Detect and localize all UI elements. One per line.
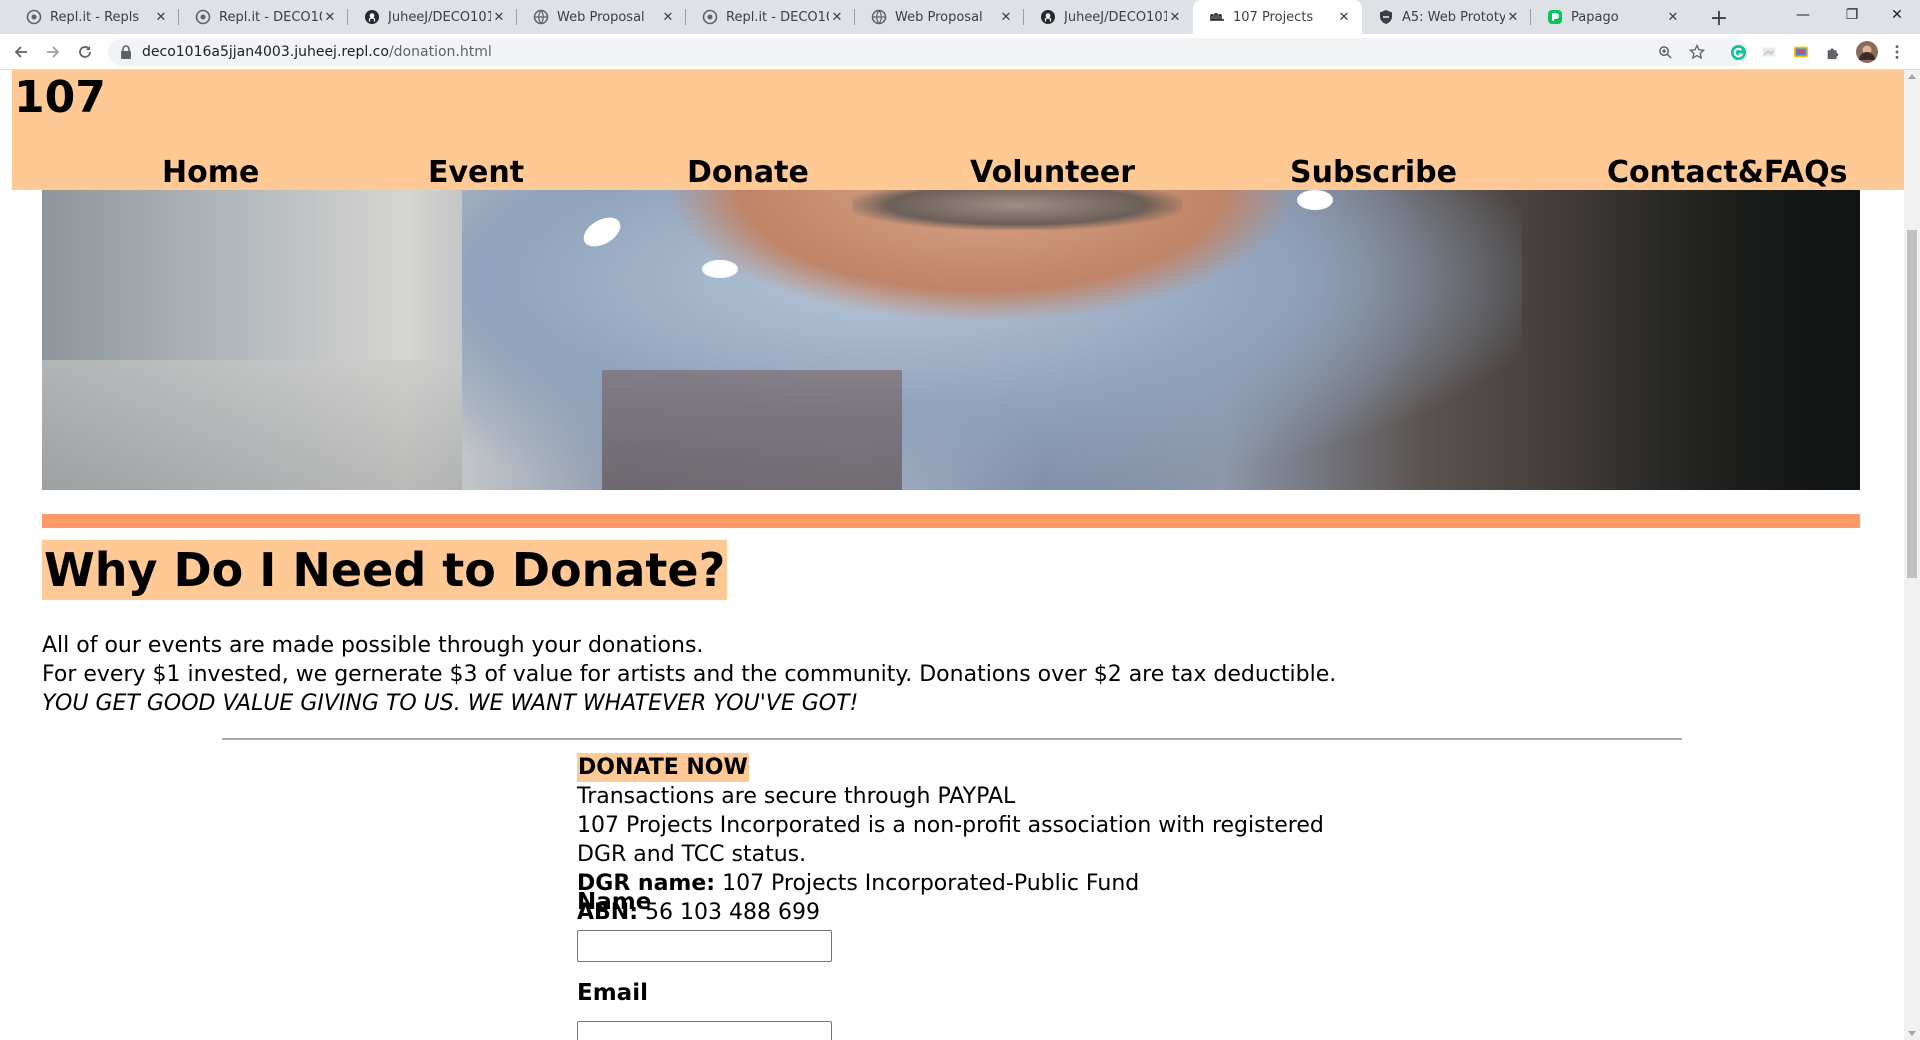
scroll-up-arrow-icon[interactable] xyxy=(1908,74,1916,79)
page-heading: Why Do I Need to Donate? xyxy=(42,540,728,600)
page-scrollbar[interactable] xyxy=(1904,70,1920,1040)
accent-divider-bar xyxy=(42,514,1860,528)
papago-icon xyxy=(1547,9,1563,25)
url-omnibox[interactable]: deco1016a5jjan4003.juheej.repl.co/donati… xyxy=(108,38,1748,66)
browser-tab[interactable]: Papago ✕ xyxy=(1531,0,1691,34)
bookmark-star-icon[interactable] xyxy=(1688,43,1706,61)
dgr-name-row: DGR name: 107 Projects Incorporated-Publ… xyxy=(577,869,1324,898)
close-tab-icon[interactable]: ✕ xyxy=(660,9,676,25)
profile-avatar[interactable] xyxy=(1856,41,1878,63)
tab-title: JuheeJ/DECO1016_ xyxy=(1064,9,1167,25)
dgr-value: 107 Projects Incorporated-Public Fund xyxy=(715,871,1140,896)
tab-title: Repl.it - DECO1016 xyxy=(219,9,322,25)
name-label: Name xyxy=(577,889,652,915)
forward-icon[interactable] xyxy=(41,40,65,64)
close-tab-icon[interactable]: ✕ xyxy=(1167,9,1183,25)
email-label: Email xyxy=(577,980,648,1006)
scrollbar-thumb[interactable] xyxy=(1907,230,1917,578)
browser-tab[interactable]: Repl.it - Repls ✕ xyxy=(10,0,179,34)
minimize-icon[interactable]: — xyxy=(1778,0,1828,30)
browser-tab[interactable]: Repl.it - DECO1016✕ xyxy=(686,0,855,34)
restore-icon[interactable]: ❐ xyxy=(1827,0,1877,30)
tab-title: Web Proposal xyxy=(557,9,645,25)
browser-tab[interactable]: JuheeJ/DECO1016_✕ xyxy=(1024,0,1193,34)
globe-icon xyxy=(871,9,887,25)
close-tab-icon[interactable]: ✕ xyxy=(1505,9,1521,25)
tab-title: Repl.it - Repls xyxy=(50,9,140,25)
close-window-icon[interactable]: ✕ xyxy=(1872,0,1920,30)
replit-icon xyxy=(702,9,718,25)
nav-volunteer[interactable]: Volunteer xyxy=(970,158,1135,188)
replit-icon xyxy=(195,9,211,25)
abn-value: 56 103 488 699 xyxy=(638,900,820,925)
site-logo[interactable]: 107 xyxy=(14,76,106,120)
puzzle-icon[interactable] xyxy=(1824,43,1842,61)
zoom-icon[interactable] xyxy=(1656,43,1674,61)
close-tab-icon[interactable]: ✕ xyxy=(1336,9,1352,25)
browser-tab[interactable]: JuheeJ/DECO1016_✕ xyxy=(348,0,517,34)
close-tab-icon[interactable]: ✕ xyxy=(829,9,845,25)
hero-image-donation-hands xyxy=(42,190,1860,490)
tab-title: Repl.it - DECO1016 xyxy=(726,9,829,25)
email-field[interactable] xyxy=(577,1021,832,1040)
donate-info-line: 107 Projects Incorporated is a non-profi… xyxy=(577,813,1324,838)
donate-now-heading: DONATE NOW xyxy=(577,753,749,782)
donate-info-line: Transactions are secure through PAYPAL xyxy=(577,784,1016,809)
close-tab-icon[interactable]: ✕ xyxy=(491,9,507,25)
close-tab-icon[interactable]: ✕ xyxy=(998,9,1014,25)
extension-icon[interactable] xyxy=(1760,43,1778,61)
close-tab-icon[interactable]: ✕ xyxy=(153,9,169,25)
intro-line: All of our events are made possible thro… xyxy=(42,633,704,658)
site-icon xyxy=(1209,9,1225,25)
intro-line: For every $1 invested, we gernerate $3 o… xyxy=(42,662,1337,687)
nav-donate[interactable]: Donate xyxy=(687,158,809,188)
browser-tab[interactable]: Web Proposal ✕ xyxy=(517,0,686,34)
browser-tab[interactable]: Repl.it - DECO1016✕ xyxy=(179,0,348,34)
name-field[interactable] xyxy=(577,930,832,962)
replit-icon xyxy=(26,9,42,25)
url-text[interactable]: deco1016a5jjan4003.juheej.repl.co/donati… xyxy=(142,44,492,60)
nav-contact-faqs[interactable]: Contact&FAQs xyxy=(1607,158,1847,188)
lock-icon[interactable] xyxy=(120,45,132,59)
tab-title: 107 Projects xyxy=(1233,9,1314,25)
browser-tab[interactable]: 107 Projects ✕ xyxy=(1193,0,1362,34)
nav-subscribe[interactable]: Subscribe xyxy=(1290,158,1457,188)
close-tab-icon[interactable]: ✕ xyxy=(322,9,338,25)
browser-menu-icon[interactable] xyxy=(1888,43,1906,61)
reload-icon[interactable] xyxy=(73,40,97,64)
page-viewport: 107 Home Event Donate Volunteer Subscrib… xyxy=(0,70,1904,1040)
nav-event[interactable]: Event xyxy=(428,158,524,188)
new-tab-button[interactable]: + xyxy=(1706,5,1732,31)
tab-title: A5: Web Prototype xyxy=(1402,9,1505,25)
address-bar-row: deco1016a5jjan4003.juheej.repl.co/donati… xyxy=(0,34,1920,70)
translate-extension-icon[interactable] xyxy=(1792,43,1810,61)
shield-icon xyxy=(1378,9,1394,25)
back-icon[interactable] xyxy=(9,40,33,64)
site-header: 107 Home Event Donate Volunteer Subscrib… xyxy=(12,70,1904,190)
nav-home[interactable]: Home xyxy=(162,158,259,188)
browser-tab[interactable]: Web Proposal ✕ xyxy=(855,0,1024,34)
intro-text: All of our events are made possible thro… xyxy=(42,631,1336,718)
donate-info-line: DGR and TCC status. xyxy=(577,842,807,867)
grammarly-icon[interactable] xyxy=(1729,43,1747,61)
tab-title: Papago xyxy=(1571,9,1619,25)
close-tab-icon[interactable]: ✕ xyxy=(1665,9,1681,25)
abn-row: ABN: 56 103 488 699 xyxy=(577,898,1324,927)
donate-info: DONATE NOW Transactions are secure throu… xyxy=(577,753,1324,927)
tab-title: Web Proposal xyxy=(895,9,983,25)
browser-tab[interactable]: A5: Web Prototype✕ xyxy=(1362,0,1531,34)
github-icon xyxy=(364,9,380,25)
scroll-down-arrow-icon[interactable] xyxy=(1908,1031,1916,1036)
slogan-text: YOU GET GOOD VALUE GIVING TO US. WE WANT… xyxy=(42,691,859,716)
github-icon xyxy=(1040,9,1056,25)
globe-icon xyxy=(533,9,549,25)
horizontal-rule xyxy=(222,738,1682,740)
browser-tab-strip: Repl.it - Repls✕Repl.it - DECO1016✕Juhee… xyxy=(0,0,1920,34)
tab-title: JuheeJ/DECO1016_ xyxy=(388,9,491,25)
